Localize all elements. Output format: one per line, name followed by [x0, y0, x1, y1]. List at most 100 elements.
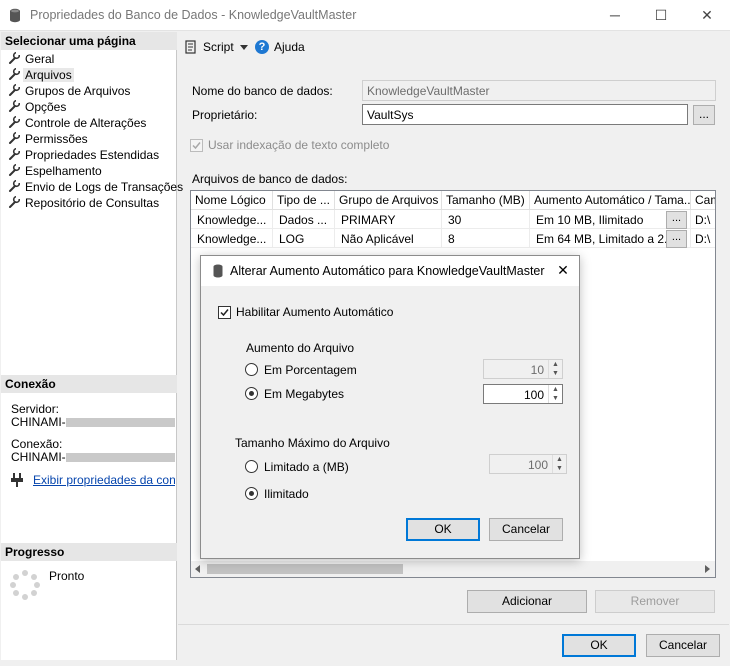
max-file-size-label: Tamanho Máximo do Arquivo: [235, 436, 390, 450]
limited-label: Limitado a (MB): [264, 460, 349, 474]
stepper-down-icon[interactable]: ▼: [548, 369, 562, 378]
sidebar-item[interactable]: Espelhamento: [1, 163, 177, 180]
script-icon: [184, 40, 198, 54]
cancel-button[interactable]: Cancelar: [646, 634, 720, 657]
stepper-down-icon[interactable]: ▼: [552, 464, 566, 473]
sidebar-item-label: Permissões: [25, 132, 88, 146]
remove-button[interactable]: Remover: [595, 590, 715, 613]
sidebar-item[interactable]: Opções: [1, 99, 177, 116]
scroll-left-icon[interactable]: [195, 565, 200, 573]
col-header-type[interactable]: Tipo de ...: [273, 191, 335, 210]
limited-radio[interactable]: [245, 460, 258, 473]
in-percent-radio[interactable]: [245, 363, 258, 376]
ok-button[interactable]: OK: [562, 634, 636, 657]
plug-icon: [11, 472, 25, 488]
connection-header: Conexão: [1, 375, 177, 393]
connection-value: CHINAMI-: [11, 450, 175, 464]
megabytes-value: 100: [523, 388, 544, 402]
maximize-button[interactable]: ☐: [638, 0, 684, 31]
fulltext-checkbox[interactable]: [190, 139, 203, 152]
dialog-title: Alterar Aumento Automático para Knowledg…: [230, 264, 545, 278]
limited-value: 100: [527, 458, 548, 472]
cell-size[interactable]: 8: [442, 229, 530, 248]
help-button[interactable]: ? Ajuda: [255, 39, 315, 57]
redacted-block: [65, 453, 175, 463]
megabytes-stepper[interactable]: 100 ▲ ▼: [483, 384, 563, 404]
add-button[interactable]: Adicionar: [467, 590, 587, 613]
database-icon: [9, 8, 21, 23]
col-header-filegroup[interactable]: Grupo de Arquivos: [335, 191, 442, 210]
dialog-title-bar: Alterar Aumento Automático para Knowledg…: [201, 256, 579, 286]
sidebar-item[interactable]: Grupos de Arquivos: [1, 83, 177, 100]
wrench-icon: [8, 115, 22, 130]
horizontal-scrollbar[interactable]: [191, 561, 715, 577]
cell-path[interactable]: D:\: [691, 210, 715, 229]
col-header-autogrowth[interactable]: Aumento Automático / Tama...: [530, 191, 691, 210]
col-header-logical-name[interactable]: Nome Lógico: [191, 191, 273, 210]
close-button[interactable]: ✕: [684, 0, 730, 31]
sidebar-item-label: Controle de Alterações: [25, 116, 147, 130]
server-name: CHINAMI-: [11, 415, 66, 429]
sidebar-item-label: Grupos de Arquivos: [25, 84, 131, 98]
wrench-icon: [8, 163, 22, 178]
col-header-size[interactable]: Tamanho (MB): [442, 191, 530, 210]
sidebar-item-label: Geral: [25, 52, 55, 66]
autogrowth-edit-button[interactable]: ...: [666, 230, 687, 248]
dialog-cancel-button[interactable]: Cancelar: [489, 518, 563, 541]
stepper-down-icon[interactable]: ▼: [548, 394, 562, 403]
enable-autogrowth-checkbox[interactable]: [218, 306, 231, 319]
progress-status: Pronto: [49, 569, 85, 583]
select-page-header: Selecionar uma página: [1, 32, 177, 50]
dropdown-arrow-icon[interactable]: [240, 45, 248, 50]
cell-filegroup[interactable]: PRIMARY: [335, 210, 442, 229]
wrench-icon: [8, 195, 22, 210]
percent-stepper[interactable]: 10 ▲ ▼: [483, 359, 563, 379]
sidebar-item[interactable]: Envio de Logs de Transações: [1, 179, 183, 196]
cell-type[interactable]: Dados ...: [273, 210, 335, 229]
script-button[interactable]: Script: [184, 39, 254, 57]
sidebar-item[interactable]: Controle de Alterações: [1, 115, 177, 132]
stepper-up-icon[interactable]: ▲: [548, 385, 562, 394]
help-label: Ajuda: [274, 40, 305, 54]
window-title: Propriedades do Banco de Dados - Knowled…: [30, 8, 357, 22]
stepper-up-icon[interactable]: ▲: [552, 455, 566, 464]
cell-type[interactable]: LOG: [273, 229, 335, 248]
in-megabytes-radio[interactable]: [245, 387, 258, 400]
toolbar: Script ? Ajuda: [178, 33, 729, 63]
unlimited-radio[interactable]: [245, 487, 258, 500]
dialog-ok-button[interactable]: OK: [406, 518, 480, 541]
sidebar-item-label: Envio de Logs de Transações: [25, 180, 184, 194]
db-name-label: Nome do banco de dados:: [192, 84, 333, 98]
database-icon: [213, 264, 223, 278]
cell-logical-name[interactable]: Knowledge...: [191, 210, 273, 229]
scroll-right-icon[interactable]: [705, 565, 710, 573]
sidebar-item-label: Propriedades Estendidas: [25, 148, 160, 162]
owner-field[interactable]: VaultSys: [362, 104, 688, 125]
cell-filegroup[interactable]: Não Aplicável: [335, 229, 442, 248]
fulltext-label: Usar indexação de texto completo: [208, 138, 390, 152]
scroll-thumb[interactable]: [207, 564, 403, 574]
sidebar-item[interactable]: Permissões: [1, 131, 177, 148]
sidebar-item[interactable]: Geral: [1, 51, 177, 68]
limited-stepper[interactable]: 100 ▲ ▼: [489, 454, 567, 474]
view-connection-properties-link[interactable]: Exibir propriedades da conexã: [33, 473, 175, 487]
sidebar-item[interactable]: Arquivos: [1, 67, 177, 84]
cell-logical-name[interactable]: Knowledge...: [191, 229, 273, 248]
autogrowth-dialog: Alterar Aumento Automático para Knowledg…: [200, 255, 580, 559]
autogrowth-edit-button[interactable]: ...: [666, 211, 687, 229]
redacted-block: [65, 418, 175, 428]
minimize-button[interactable]: ─: [592, 0, 638, 31]
sidebar-item[interactable]: Repositório de Consultas: [1, 195, 177, 212]
owner-browse-button[interactable]: ...: [693, 105, 715, 125]
sidebar-item[interactable]: Propriedades Estendidas: [1, 147, 177, 164]
dialog-close-button[interactable]: ✕: [551, 262, 575, 280]
left-pane: Selecionar uma página Conexão Servidor: …: [1, 32, 183, 660]
col-header-path[interactable]: Cam: [691, 191, 715, 210]
db-name-field[interactable]: KnowledgeVaultMaster: [362, 80, 716, 101]
cell-path[interactable]: D:\: [691, 229, 715, 248]
stepper-up-icon[interactable]: ▲: [548, 360, 562, 369]
wrench-icon: [8, 51, 22, 66]
cell-size[interactable]: 30: [442, 210, 530, 229]
progress-header: Progresso: [1, 543, 177, 561]
wrench-icon: [8, 67, 22, 82]
